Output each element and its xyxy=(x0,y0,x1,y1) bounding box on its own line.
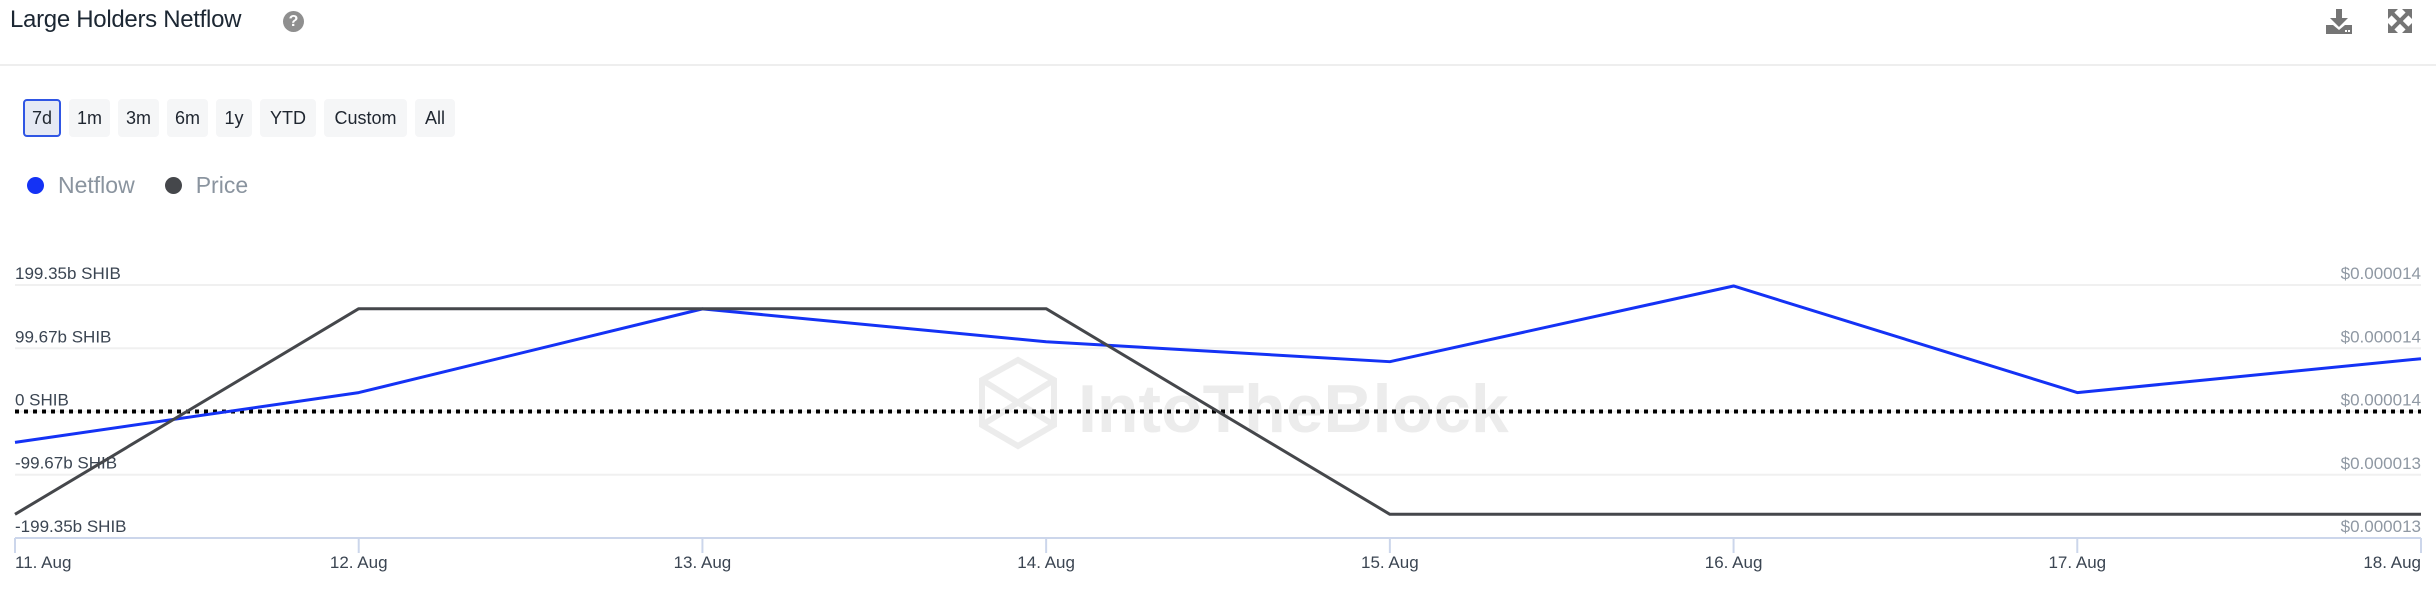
x-axis-label: 17. Aug xyxy=(2048,553,2106,572)
x-axis-label: 12. Aug xyxy=(330,553,388,572)
y-axis-left-label: 199.35b SHIB xyxy=(15,264,121,283)
x-axis-label: 18. Aug xyxy=(2363,553,2421,572)
y-axis-right-label: $0.000014 xyxy=(2341,327,2421,346)
y-axis-right-label: $0.000013 xyxy=(2341,517,2421,536)
watermark: IntoTheBlock xyxy=(979,356,1509,450)
y-axis-right-label: $0.000014 xyxy=(2341,391,2421,410)
y-axis-right-label: $0.000014 xyxy=(2341,264,2421,283)
x-axis-label: 13. Aug xyxy=(674,553,732,572)
x-axis-label: 14. Aug xyxy=(1017,553,1075,572)
y-axis-left-label: 99.67b SHIB xyxy=(15,327,111,346)
x-axis-label: 15. Aug xyxy=(1361,553,1419,572)
line-chart: IntoTheBlock -199.35b SHIB-99.67b SHIB0 … xyxy=(14,264,2422,572)
x-axis-label: 16. Aug xyxy=(1705,553,1763,572)
y-axis-left-label: -199.35b SHIB xyxy=(15,517,127,536)
y-axis-left-label: 0 SHIB xyxy=(15,391,69,410)
y-axis-right-label: $0.000013 xyxy=(2341,454,2421,473)
x-axis-label: 11. Aug xyxy=(15,553,71,572)
watermark-text: IntoTheBlock xyxy=(1078,371,1509,447)
watermark-cube-icon xyxy=(979,356,1057,450)
